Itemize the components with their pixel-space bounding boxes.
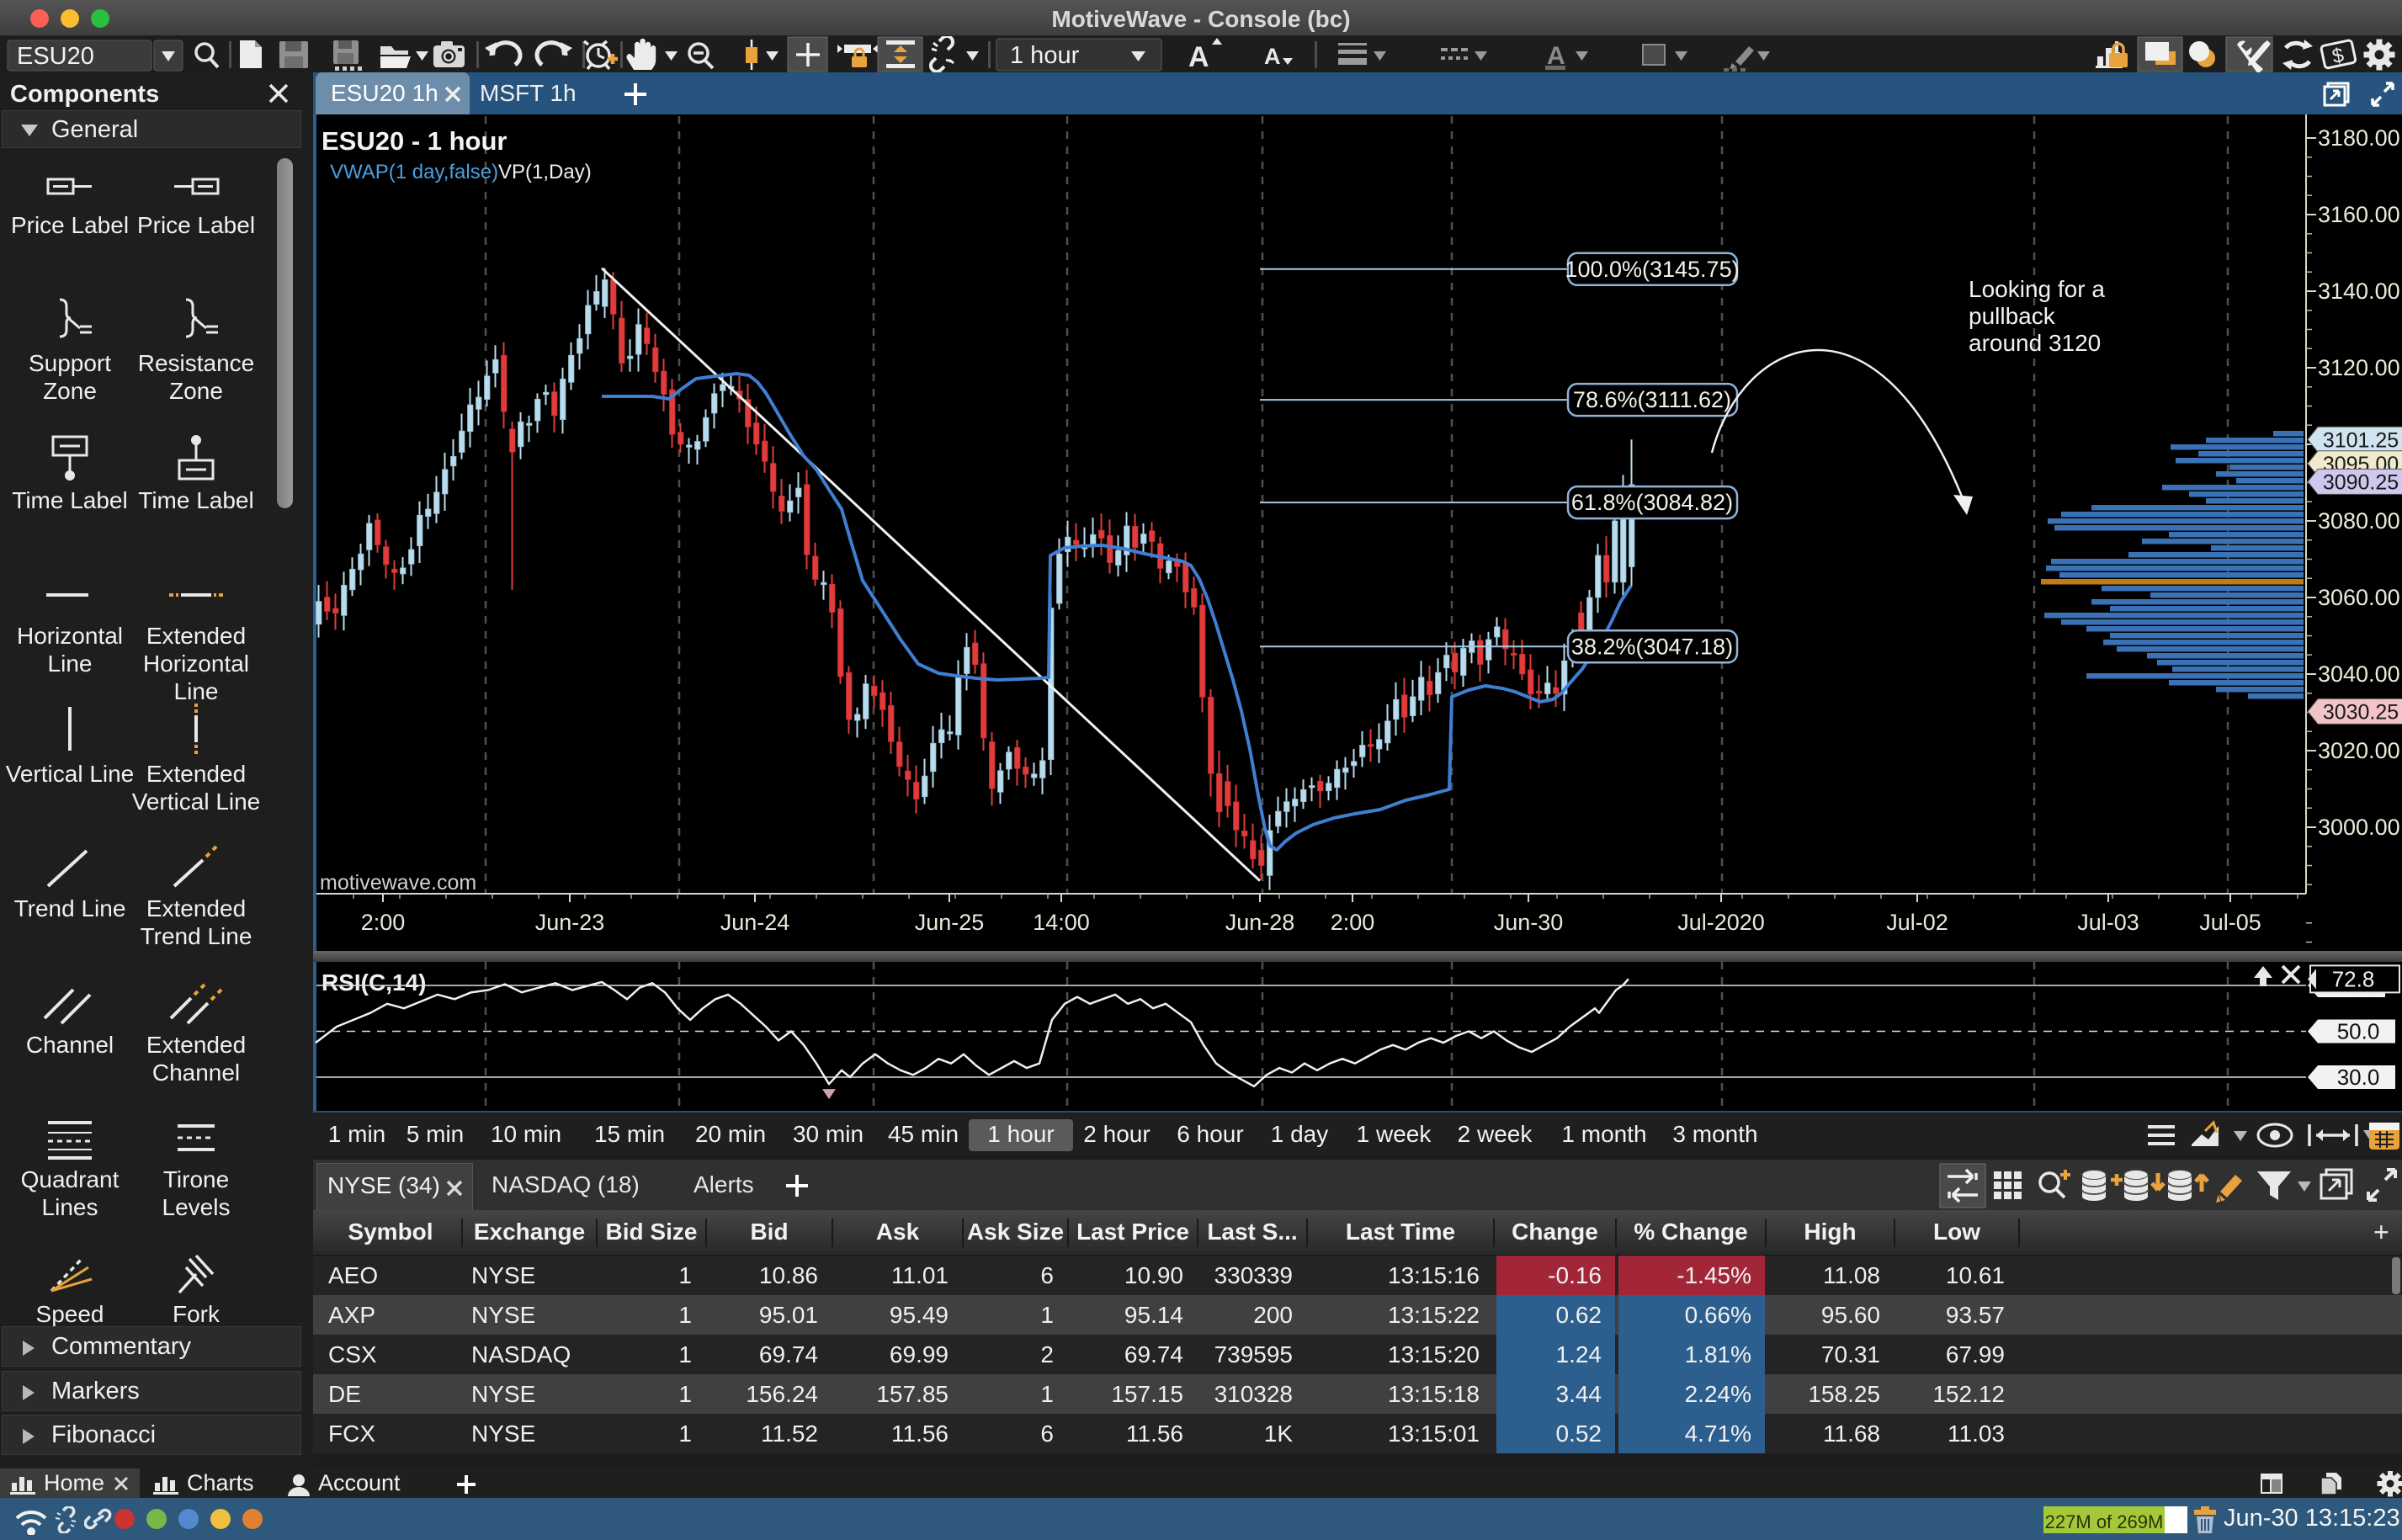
svg-text:3160.00: 3160.00 [2318,202,2400,227]
svg-text:38.2%(3047.18): 38.2%(3047.18) [1571,634,1733,659]
svg-text:Jul-03: Jul-03 [2077,910,2139,935]
svg-text:Looking for a: Looking for a [1969,276,2105,302]
svg-text:3000.00: 3000.00 [2318,815,2400,840]
svg-text:2:00: 2:00 [361,910,406,935]
svg-text:50.0: 50.0 [2337,1019,2380,1044]
svg-text:Jul-05: Jul-05 [2199,910,2261,935]
svg-text:pullback: pullback [1969,303,2056,329]
svg-text:3120.00: 3120.00 [2318,355,2400,380]
svg-text:2:00: 2:00 [1331,910,1375,935]
svg-text:3030.25: 3030.25 [2323,700,2399,724]
svg-text:3090.25: 3090.25 [2323,470,2399,494]
svg-text:Jun-23: Jun-23 [535,910,605,935]
svg-text:VP(1,Day): VP(1,Day) [498,161,592,183]
svg-text:ESU20 - 1 hour: ESU20 - 1 hour [322,126,508,156]
svg-text:motivewave.com: motivewave.com [320,871,476,895]
svg-text:14:00: 14:00 [1033,910,1090,935]
svg-text:VWAP(1 day,false): VWAP(1 day,false) [330,161,498,183]
svg-text:Jun-28: Jun-28 [1225,910,1295,935]
svg-text:3020.00: 3020.00 [2318,738,2400,763]
svg-text:3040.00: 3040.00 [2318,661,2400,687]
svg-text:Jun-24: Jun-24 [720,910,790,935]
svg-text:100.0%(3145.75): 100.0%(3145.75) [1565,257,1739,282]
svg-text:Jul-02: Jul-02 [1886,910,1948,935]
svg-text:Jun-30: Jun-30 [1494,910,1564,935]
svg-text:3080.00: 3080.00 [2318,508,2400,534]
svg-text:3180.00: 3180.00 [2318,125,2400,151]
svg-text:A: A [1264,44,1281,69]
svg-text:3060.00: 3060.00 [2318,585,2400,610]
svg-text:RSI(C,14): RSI(C,14) [322,969,426,996]
svg-text:1 hour: 1 hour [1010,42,1080,69]
svg-text:A: A [1188,41,1209,72]
svg-text:78.6%(3111.62): 78.6%(3111.62) [1573,387,1731,412]
svg-text:Jun-25: Jun-25 [915,910,985,935]
svg-text:61.8%(3084.82): 61.8%(3084.82) [1571,490,1733,515]
svg-text:30.0: 30.0 [2337,1065,2380,1090]
svg-text:72.8: 72.8 [2332,966,2375,991]
svg-text:3101.25: 3101.25 [2323,428,2399,452]
svg-text:Jul-2020: Jul-2020 [1677,910,1765,935]
svg-text:ESU20: ESU20 [17,43,94,70]
svg-text:around 3120: around 3120 [1969,330,2101,356]
svg-text:3140.00: 3140.00 [2318,279,2400,304]
